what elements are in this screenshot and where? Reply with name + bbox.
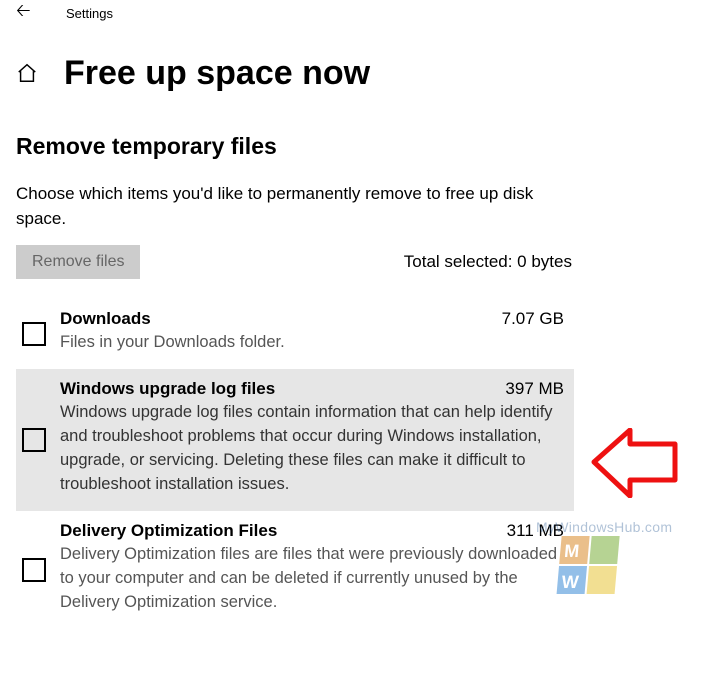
checkbox[interactable]	[22, 428, 46, 452]
list-item[interactable]: Delivery Optimization Files 311 MB Deliv…	[16, 511, 574, 629]
item-body: Delivery Optimization Files 311 MB Deliv…	[60, 521, 568, 615]
item-body: Downloads 7.07 GB Files in your Download…	[60, 309, 568, 355]
intro-text: Choose which items you'd like to permane…	[16, 182, 574, 231]
item-description: Files in your Downloads folder.	[60, 331, 568, 355]
back-arrow-icon[interactable]: 🡠	[16, 0, 48, 28]
item-description: Delivery Optimization files are files th…	[60, 543, 568, 615]
action-row: Remove files Total selected: 0 bytes	[16, 245, 574, 279]
list-item[interactable]: Windows upgrade log files 397 MB Windows…	[16, 369, 574, 511]
red-arrow-annotation	[590, 428, 680, 498]
item-size: 397 MB	[505, 379, 568, 399]
settings-label: Settings	[66, 6, 113, 21]
home-icon[interactable]	[16, 62, 46, 90]
item-name: Delivery Optimization Files	[60, 521, 277, 541]
remove-files-button[interactable]: Remove files	[16, 245, 140, 279]
item-name: Windows upgrade log files	[60, 379, 275, 399]
checkbox[interactable]	[22, 558, 46, 582]
list-item[interactable]: Downloads 7.07 GB Files in your Download…	[16, 299, 574, 369]
section-heading: Remove temporary files	[16, 133, 574, 160]
item-body: Windows upgrade log files 397 MB Windows…	[60, 379, 568, 497]
item-size: 311 MB	[507, 521, 568, 541]
total-selected-label: Total selected: 0 bytes	[404, 252, 574, 272]
checkbox[interactable]	[22, 322, 46, 346]
header-bar: 🡠 Settings	[0, 0, 724, 26]
item-size: 7.07 GB	[502, 309, 568, 329]
title-row: Free up space now	[0, 26, 724, 103]
page-title: Free up space now	[64, 54, 370, 93]
content-area: Remove temporary files Choose which item…	[0, 103, 590, 629]
item-description: Windows upgrade log files contain inform…	[60, 401, 568, 497]
item-name: Downloads	[60, 309, 151, 329]
